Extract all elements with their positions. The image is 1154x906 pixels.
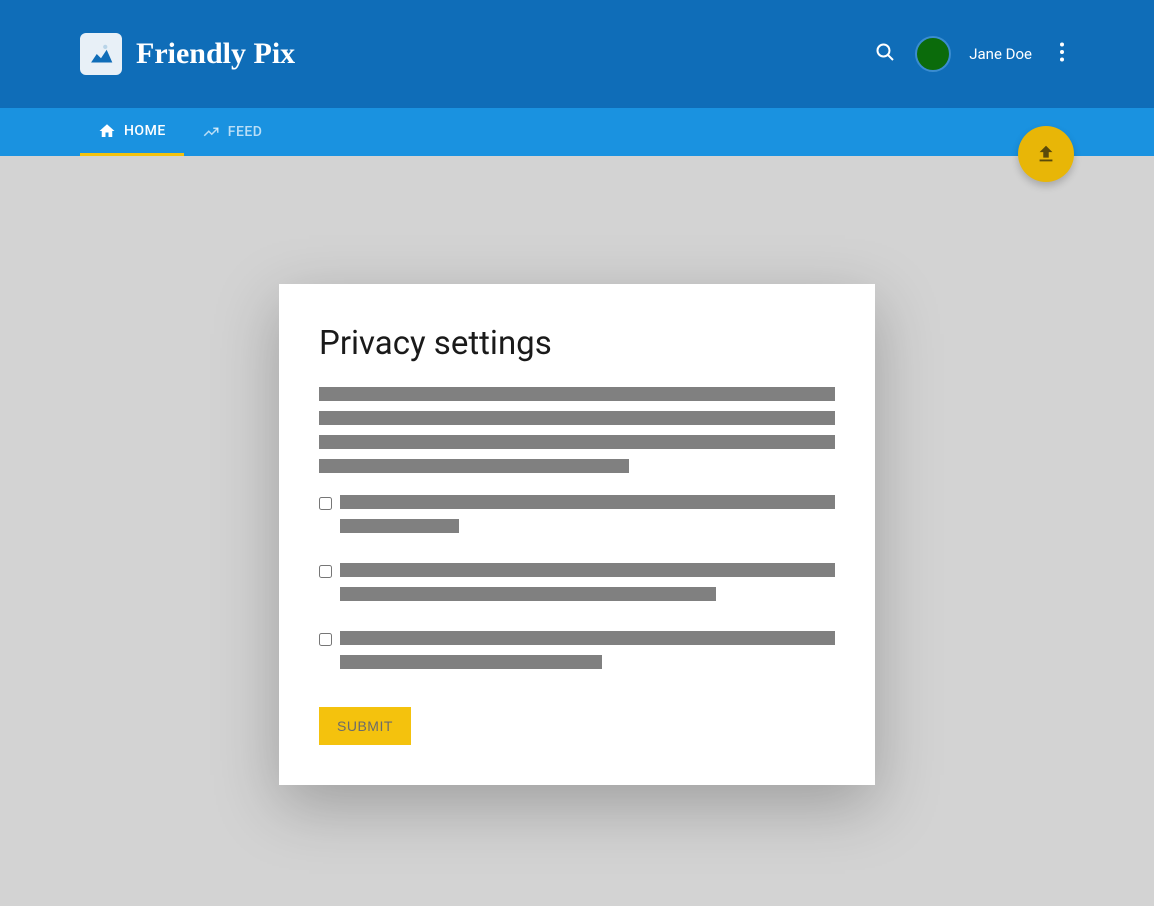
checkbox-3-label: [340, 631, 835, 679]
username-label: Jane Doe: [969, 45, 1032, 63]
privacy-option-2: [319, 563, 835, 611]
upload-icon: [1035, 143, 1057, 165]
checkbox-2[interactable]: [319, 565, 332, 578]
search-icon: [873, 40, 897, 64]
app-logo-icon: [80, 33, 122, 75]
redacted-text: [340, 631, 835, 645]
upload-fab[interactable]: [1018, 126, 1074, 182]
overflow-menu-button[interactable]: [1050, 38, 1074, 70]
search-button[interactable]: [873, 40, 897, 68]
app-title: Friendly Pix: [136, 37, 295, 71]
privacy-option-1: [319, 495, 835, 543]
redacted-text: [319, 459, 629, 473]
header-actions: Jane Doe: [873, 36, 1074, 72]
trending-icon: [202, 123, 220, 141]
checkbox-2-label: [340, 563, 835, 611]
user-avatar[interactable]: [915, 36, 951, 72]
privacy-option-3: [319, 631, 835, 679]
more-vert-icon: [1054, 42, 1070, 62]
card-title: Privacy settings: [319, 324, 835, 363]
app-header: Friendly Pix Jane Doe: [0, 0, 1154, 108]
picture-icon: [84, 37, 118, 71]
redacted-text: [340, 563, 835, 577]
tab-bar: HOME FEED: [0, 108, 1154, 156]
tab-feed-label: FEED: [228, 124, 263, 140]
checkbox-1[interactable]: [319, 497, 332, 510]
redacted-text: [340, 495, 835, 509]
description-block: [319, 387, 835, 473]
redacted-text: [319, 435, 835, 449]
redacted-text: [340, 587, 716, 601]
checkbox-3[interactable]: [319, 633, 332, 646]
redacted-text: [340, 519, 459, 533]
privacy-settings-card: Privacy settings: [279, 284, 875, 785]
main-content: Privacy settings: [0, 156, 1154, 785]
tab-home-label: HOME: [124, 123, 166, 139]
tab-home[interactable]: HOME: [80, 108, 184, 156]
logo-area: Friendly Pix: [80, 33, 295, 75]
redacted-text: [319, 411, 835, 425]
submit-button[interactable]: SUBMIT: [319, 707, 411, 745]
home-icon: [98, 122, 116, 140]
checkbox-1-label: [340, 495, 835, 543]
tab-feed[interactable]: FEED: [184, 108, 281, 156]
redacted-text: [319, 387, 835, 401]
redacted-text: [340, 655, 602, 669]
